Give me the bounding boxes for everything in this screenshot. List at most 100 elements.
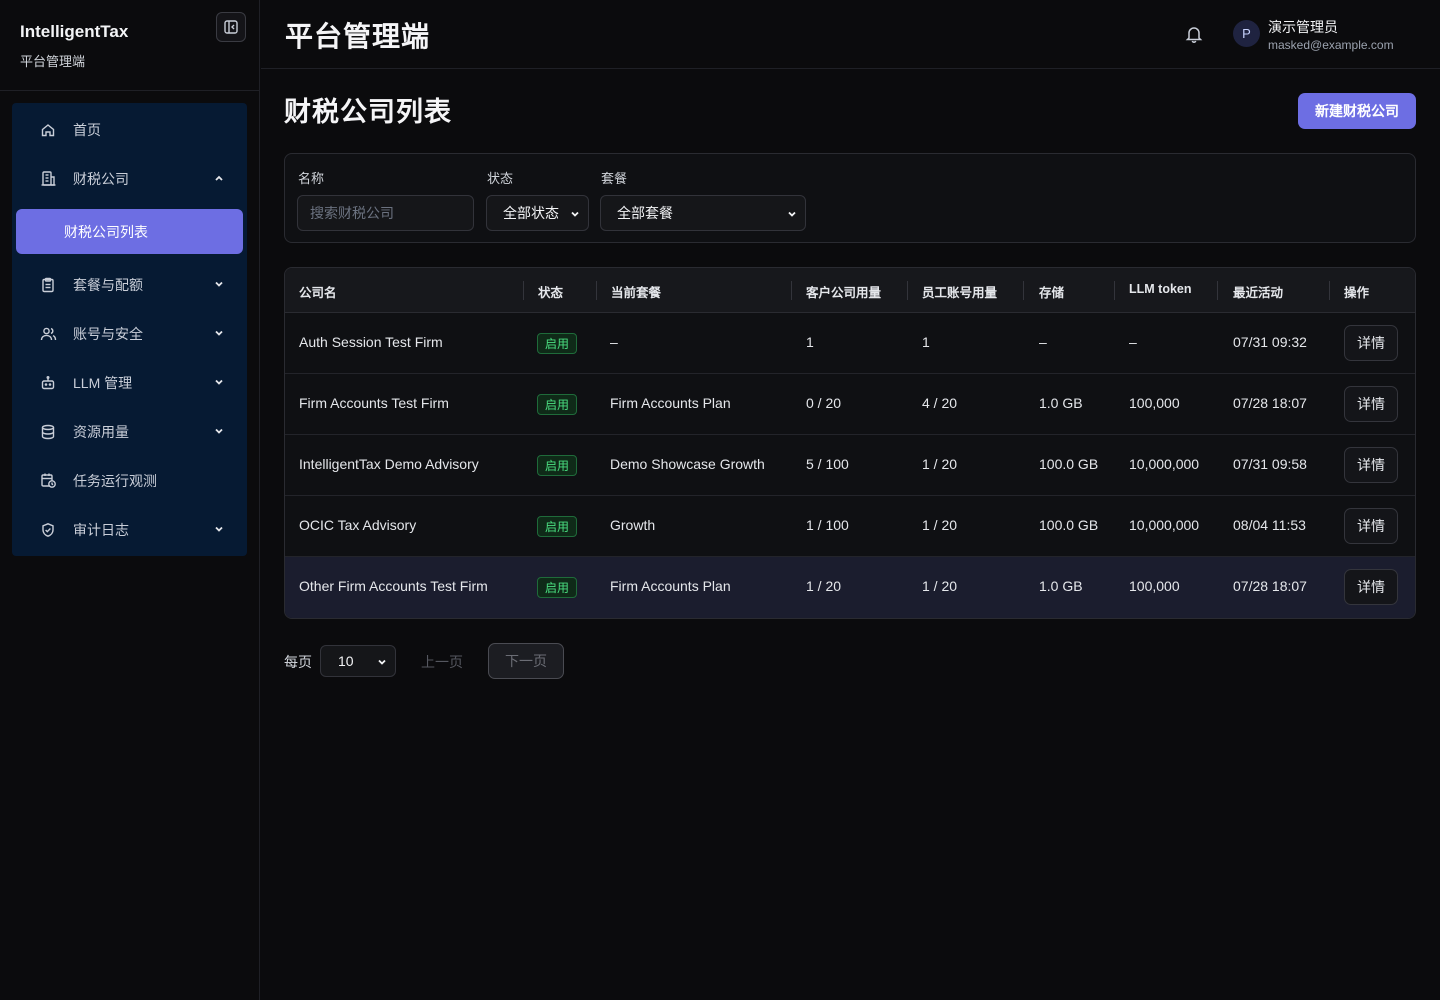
sidebar-item-label: 账号与安全 (73, 325, 143, 342)
collapse-sidebar-button[interactable] (216, 12, 246, 42)
sidebar-item-label: LLM 管理 (73, 374, 133, 391)
client-usage-cell: 1 (806, 334, 814, 350)
sidebar-item-task-monitor[interactable]: 任务运行观测 (12, 456, 247, 505)
details-button[interactable]: 详情 (1344, 447, 1398, 483)
chevron-down-icon (215, 379, 223, 385)
filter-panel: 名称 搜索财税公司 状态 全部状态 套餐 全部套餐 (284, 153, 1416, 243)
sidebar-item-plans[interactable]: 套餐与配额 (12, 260, 247, 309)
column-divider (1114, 281, 1115, 300)
name-filter-label: 名称 (298, 171, 325, 186)
sidebar-item-label: 首页 (73, 121, 101, 138)
status-badge: 启用 (537, 394, 578, 415)
table-header: 公司名 状态 当前套餐 客户公司用量 员工账号用量 存储 LLM token 最… (285, 268, 1415, 313)
status-badge: 启用 (537, 333, 578, 354)
per-page-select[interactable]: 10 (320, 645, 396, 677)
status-select-value: 全部状态 (503, 205, 559, 221)
plan-cell: Growth (610, 517, 656, 533)
storage-cell: 100.0 GB (1039, 517, 1099, 533)
name-search-input[interactable]: 搜索财税公司 (297, 195, 474, 231)
user-email: masked@example.com (1268, 38, 1394, 52)
calendar-clock-icon (39, 472, 57, 490)
plan-cell: Firm Accounts Plan (610, 578, 731, 594)
sidebar-item-home[interactable]: 首页 (12, 105, 247, 154)
client-usage-cell: 1 / 20 (806, 578, 842, 594)
details-button[interactable]: 详情 (1344, 569, 1398, 605)
sidebar-item-label: 套餐与配额 (73, 276, 143, 293)
staff-usage-cell: 4 / 20 (922, 395, 958, 411)
client-usage-cell: 5 / 100 (806, 456, 849, 472)
chevron-up-icon (215, 175, 223, 181)
column-divider (596, 281, 597, 300)
sidebar-item-label: 任务运行观测 (73, 472, 157, 489)
new-firm-button[interactable]: 新建财税公司 (1298, 93, 1416, 129)
storage-cell: – (1039, 334, 1047, 350)
table-row: OCIC Tax Advisory 启用 Growth 1 / 100 1 / … (285, 496, 1415, 557)
client-usage-cell: 0 / 20 (806, 395, 842, 411)
status-filter-label: 状态 (487, 171, 514, 186)
storage-cell: 100.0 GB (1039, 456, 1099, 472)
sidebar-item-audit-log[interactable]: 审计日志 (12, 505, 247, 554)
column-divider (523, 281, 524, 300)
status-badge: 启用 (537, 455, 578, 476)
per-page-label: 每页 (284, 654, 312, 670)
chevron-down-icon (215, 526, 223, 532)
staff-usage-cell: 1 (922, 334, 930, 350)
staff-usage-cell: 1 / 20 (922, 517, 958, 533)
storage-cell: 1.0 GB (1039, 578, 1083, 594)
chevron-down-icon (378, 659, 386, 665)
llm-token-cell: – (1129, 334, 1137, 350)
header-title: 平台管理端 (285, 21, 431, 52)
chevron-down-icon (215, 330, 223, 336)
plan-select[interactable]: 全部套餐 (600, 195, 806, 231)
staff-usage-cell: 1 / 20 (922, 578, 958, 594)
notifications-button[interactable] (1184, 24, 1204, 44)
sidebar-item-firm-list[interactable]: 财税公司列表 (16, 209, 243, 254)
last-active-cell: 07/28 18:07 (1233, 395, 1307, 411)
home-icon (39, 121, 57, 139)
firms-table: 公司名 状态 当前套餐 客户公司用量 员工账号用量 存储 LLM token 最… (284, 267, 1416, 619)
per-page-value: 10 (338, 653, 354, 669)
details-button[interactable]: 详情 (1344, 386, 1398, 422)
top-header: 平台管理端 P 演示管理员 masked@example.com (261, 0, 1440, 69)
chevron-down-icon (788, 211, 796, 217)
robot-icon (39, 374, 57, 392)
status-select[interactable]: 全部状态 (486, 195, 589, 231)
column-divider (1023, 281, 1024, 300)
chevron-down-icon (215, 281, 223, 287)
sidebar-item-firms[interactable]: 财税公司 (12, 154, 247, 203)
sidebar-item-llm[interactable]: LLM 管理 (12, 358, 247, 407)
status-badge: 启用 (537, 577, 578, 598)
llm-token-cell: 100,000 (1129, 395, 1180, 411)
table-row: IntelligentTax Demo Advisory 启用 Demo Sho… (285, 435, 1415, 496)
column-divider (1217, 281, 1218, 300)
column-header-last-active: 最近活动 (1233, 286, 1284, 300)
plan-select-value: 全部套餐 (617, 205, 673, 221)
llm-token-cell: 100,000 (1129, 578, 1180, 594)
storage-cell: 1.0 GB (1039, 395, 1083, 411)
column-divider (791, 281, 792, 300)
sidebar-item-label: 财税公司 (73, 170, 129, 187)
table-row: Auth Session Test Firm 启用 – 1 1 – – 07/3… (285, 313, 1415, 374)
details-button[interactable]: 详情 (1344, 325, 1398, 361)
table-row: Other Firm Accounts Test Firm 启用 Firm Ac… (285, 557, 1415, 618)
clipboard-icon (39, 276, 57, 294)
last-active-cell: 07/28 18:07 (1233, 578, 1307, 594)
sidebar-collapse-icon (224, 20, 238, 34)
sidebar-nav: 首页 财税公司 财税公司列表 套餐与配额 账号与安全 LLM 管理 资源用量 任… (12, 103, 247, 556)
sidebar-item-label: 财税公司列表 (64, 223, 148, 240)
details-button[interactable]: 详情 (1344, 508, 1398, 544)
column-header-plan: 当前套餐 (611, 286, 662, 300)
firm-name: OCIC Tax Advisory (299, 517, 417, 533)
chevron-down-icon (215, 428, 223, 434)
avatar[interactable]: P (1233, 20, 1260, 47)
next-page-button[interactable]: 下一页 (488, 643, 564, 679)
llm-token-cell: 10,000,000 (1129, 456, 1200, 472)
sidebar-item-label: 资源用量 (73, 423, 129, 440)
column-header-llm-token: LLM token (1129, 282, 1192, 296)
prev-page-button[interactable]: 上一页 (421, 652, 463, 672)
plan-cell: Demo Showcase Growth (610, 456, 765, 472)
sidebar-item-accounts[interactable]: 账号与安全 (12, 309, 247, 358)
sidebar-item-resources[interactable]: 资源用量 (12, 407, 247, 456)
staff-usage-cell: 1 / 20 (922, 456, 958, 472)
last-active-cell: 08/04 11:53 (1233, 517, 1306, 533)
